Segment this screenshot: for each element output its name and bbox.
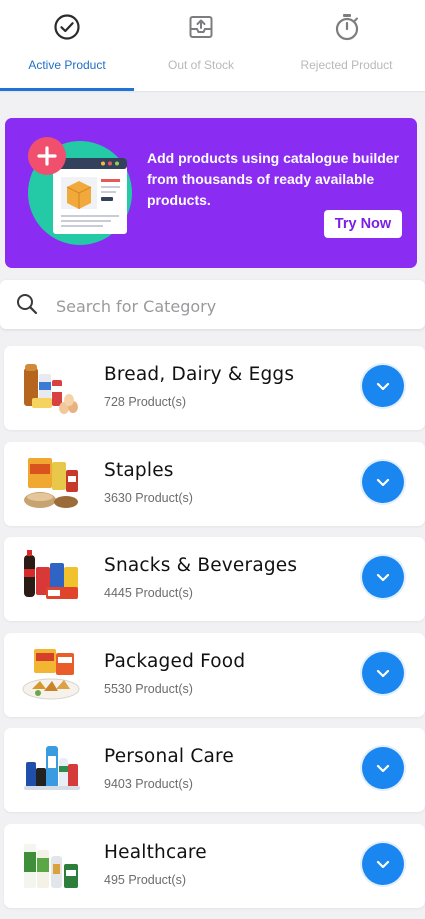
tab-active-product[interactable]: Active Product <box>0 0 134 92</box>
expand-button[interactable] <box>362 747 404 789</box>
tab-bar: Active Product Out of Stock Rejected Pro… <box>0 0 425 92</box>
banner-text: Add products using catalogue builder fro… <box>147 150 400 208</box>
chevron-down-icon <box>376 573 390 582</box>
category-search <box>0 280 425 329</box>
chevron-down-icon <box>376 478 390 486</box>
expand-button[interactable] <box>362 460 404 503</box>
search-input[interactable] <box>54 290 398 322</box>
snacks-beverages-image <box>24 550 78 599</box>
personal-care-image <box>24 746 80 790</box>
expand-button[interactable] <box>362 651 404 694</box>
divider <box>0 91 425 93</box>
chevron-down-icon <box>376 669 390 677</box>
chevron-down-icon <box>376 764 390 773</box>
category-card-bread-dairy-eggs[interactable]: Bread, Dairy & Eggs 728 Product(s) <box>4 346 425 430</box>
product-count: 495 Product(s) <box>104 872 186 887</box>
product-count: 5530 Product(s) <box>104 681 193 696</box>
category-list: Bread, Dairy & Eggs 728 Product(s) Stapl… <box>4 346 425 919</box>
expand-button[interactable] <box>362 556 404 598</box>
category-name: Personal Care <box>104 746 234 767</box>
chevron-down-icon <box>376 860 390 868</box>
product-count: 9403 Product(s) <box>104 777 193 791</box>
stopwatch-icon <box>335 14 358 41</box>
packaged-food-image <box>22 648 80 699</box>
category-card-staples[interactable]: Staples 3630 Product(s) <box>4 441 425 526</box>
chevron-down-icon <box>376 382 390 391</box>
healthcare-image <box>24 843 78 888</box>
product-count: 728 Product(s) <box>104 395 186 409</box>
check-circle-icon <box>54 14 80 40</box>
tab-rejected-product[interactable]: Rejected Product <box>268 0 425 92</box>
category-name: Bread, Dairy & Eggs <box>104 364 295 385</box>
archive-upload-icon <box>189 16 213 38</box>
category-card-personal-care[interactable]: Personal Care 9403 Product(s) <box>4 728 425 812</box>
staples-image <box>24 457 78 508</box>
category-name: Healthcare <box>104 841 207 863</box>
expand-button[interactable] <box>362 365 404 407</box>
category-card-healthcare[interactable]: Healthcare 495 Product(s) <box>4 823 425 908</box>
category-name: Packaged Food <box>104 650 246 672</box>
category-name: Snacks & Beverages <box>104 555 298 576</box>
catalogue-illustration <box>28 137 132 245</box>
product-count: 4445 Product(s) <box>104 586 193 600</box>
tab-label: Active Product <box>28 58 106 72</box>
category-card-snacks-beverages[interactable]: Snacks & Beverages 4445 Product(s) <box>4 537 425 621</box>
product-count: 3630 Product(s) <box>104 490 193 505</box>
tab-label: Out of Stock <box>167 58 235 72</box>
try-now-button[interactable]: Try Now <box>324 210 402 238</box>
expand-button[interactable] <box>362 842 404 885</box>
tab-label: Rejected Product <box>300 58 393 72</box>
search-icon <box>17 294 38 315</box>
category-name: Staples <box>104 459 174 481</box>
catalogue-builder-banner: Add products using catalogue builder fro… <box>5 118 417 268</box>
category-card-packaged-food[interactable]: Packaged Food 5530 Product(s) <box>4 632 425 717</box>
tab-out-of-stock[interactable]: Out of Stock <box>134 0 268 92</box>
bread-dairy-eggs-image <box>24 364 78 414</box>
